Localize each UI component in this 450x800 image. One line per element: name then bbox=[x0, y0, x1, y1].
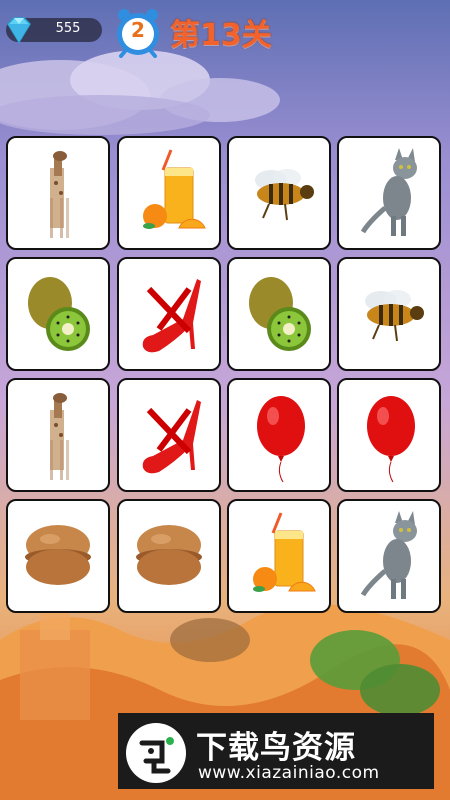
macaron-icon bbox=[25, 525, 91, 585]
giraffe-icon bbox=[50, 151, 69, 238]
gem-count: 555 bbox=[55, 21, 81, 36]
card-bee[interactable] bbox=[227, 136, 331, 250]
card-red-heel[interactable] bbox=[117, 257, 221, 371]
kiwi-icon bbox=[249, 277, 311, 351]
card-orange-juice-2[interactable] bbox=[227, 499, 331, 613]
card-giraffe-2[interactable] bbox=[6, 378, 110, 492]
cat-icon bbox=[360, 511, 417, 599]
bird-logo-icon bbox=[126, 723, 186, 783]
card-kiwi[interactable] bbox=[6, 257, 110, 371]
card-red-heel-2[interactable] bbox=[117, 378, 221, 492]
card-kiwi-2[interactable] bbox=[227, 257, 331, 371]
card-orange-juice[interactable] bbox=[117, 136, 221, 250]
level-title: 第13关 bbox=[170, 18, 272, 53]
card-giraffe[interactable] bbox=[6, 136, 110, 250]
card-macaron-2[interactable] bbox=[117, 499, 221, 613]
bee-icon bbox=[255, 169, 314, 221]
watermark-url: www.xiazainiao.com bbox=[198, 763, 380, 783]
card-balloon-2[interactable] bbox=[337, 378, 441, 492]
watermark-title: 下载鸟资源 bbox=[196, 730, 356, 766]
orange-juice-icon bbox=[253, 512, 316, 592]
high-heel-icon bbox=[142, 400, 201, 474]
giraffe-icon bbox=[50, 393, 69, 480]
top-hud: 555 2 第13关 bbox=[0, 0, 450, 60]
balloon-icon bbox=[257, 396, 305, 483]
cat-icon bbox=[360, 148, 417, 236]
moves-remaining: 2 bbox=[131, 18, 145, 42]
card-board bbox=[0, 134, 450, 620]
card-cat-2[interactable] bbox=[337, 499, 441, 613]
card-balloon[interactable] bbox=[227, 378, 331, 492]
card-cat[interactable] bbox=[337, 136, 441, 250]
orange-juice-icon bbox=[143, 149, 206, 229]
diamond-icon bbox=[7, 17, 31, 44]
bee-icon bbox=[365, 290, 424, 342]
balloon-icon bbox=[367, 396, 415, 483]
card-bee-2[interactable] bbox=[337, 257, 441, 371]
card-macaron[interactable] bbox=[6, 499, 110, 613]
macaron-icon bbox=[136, 525, 202, 585]
high-heel-icon bbox=[142, 279, 201, 353]
kiwi-icon bbox=[28, 277, 90, 351]
